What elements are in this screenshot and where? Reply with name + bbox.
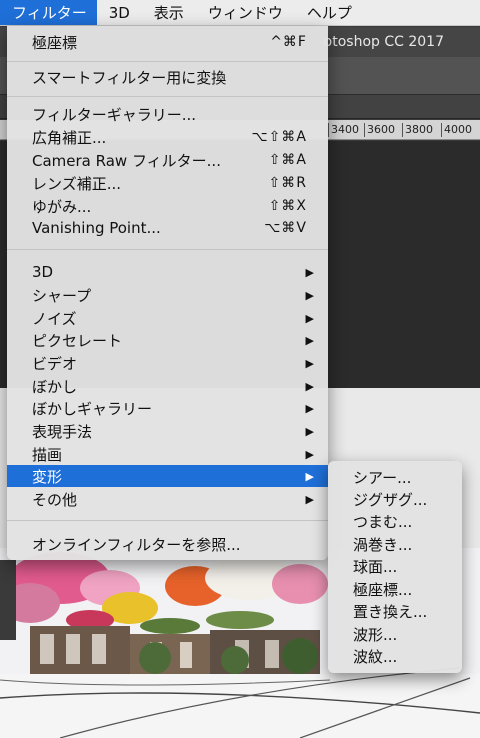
menu-bar: フィルター 3D 表示 ウィンドウ ヘルプ	[0, 0, 480, 26]
submenu-item-twirl[interactable]: 渦巻き...	[328, 533, 462, 555]
menu-item-noise[interactable]: ノイズ ▶	[7, 307, 328, 329]
submenu-item-shear[interactable]: シアー...	[328, 466, 462, 488]
submenu-arrow-icon: ▶	[305, 492, 314, 506]
menu-item-label: 広角補正...	[32, 128, 107, 147]
menu-item-blur-gallery[interactable]: ぼかしギャラリー ▶	[7, 397, 328, 419]
menu-separator	[7, 249, 328, 250]
filter-menu: 極座標 ^⌘F スマートフィルター用に変換 フィルターギャラリー... 広角補正…	[7, 26, 328, 560]
menu-item-label: 描画	[32, 445, 63, 464]
shortcut-label: ⇧⌘R	[268, 175, 307, 191]
menu-item-label: 表現手法	[32, 422, 93, 441]
menu-item-label: シャープ	[32, 286, 92, 305]
menu-item-label: 波紋...	[353, 647, 398, 666]
ruler-label: 3400	[328, 123, 359, 137]
distort-submenu: シアー... ジグザグ... つまむ... 渦巻き... 球面... 極座標..…	[328, 461, 462, 673]
submenu-arrow-icon: ▶	[305, 424, 314, 438]
menu-item-label: フィルターギャラリー...	[32, 105, 197, 124]
menu-item-label: ゆがみ...	[32, 197, 92, 216]
menu-item-vanishing-point[interactable]: Vanishing Point... ⌥⌘V	[7, 217, 328, 239]
submenu-arrow-icon: ▶	[305, 447, 314, 461]
submenu-arrow-icon: ▶	[305, 469, 314, 483]
menu-item-sharpen[interactable]: シャープ ▶	[7, 284, 328, 306]
menu-item-distort[interactable]: 変形 ▶	[7, 465, 328, 487]
shortcut-label: ⇧⌘X	[268, 198, 307, 214]
menu-item-convert-smart-filter[interactable]: スマートフィルター用に変換	[7, 66, 328, 88]
menu-item-label: Camera Raw フィルター...	[32, 151, 221, 170]
menu-item-adaptive-wide-angle[interactable]: 広角補正... ⌥⇧⌘A	[7, 126, 328, 148]
menu-item-label: スマートフィルター用に変換	[32, 68, 227, 87]
menu-item-last-filter[interactable]: 極座標 ^⌘F	[7, 31, 328, 53]
menu-item-label: 波形...	[353, 625, 398, 644]
menubar-view[interactable]: 表示	[142, 0, 196, 25]
menu-item-pixelate[interactable]: ピクセレート ▶	[7, 329, 328, 351]
menu-item-label: その他	[32, 490, 78, 509]
menu-item-other[interactable]: その他 ▶	[7, 488, 328, 510]
menu-item-label: 渦巻き...	[353, 535, 413, 554]
menu-item-stylize[interactable]: 表現手法 ▶	[7, 420, 328, 442]
submenu-arrow-icon: ▶	[305, 333, 314, 347]
submenu-item-displace[interactable]: 置き換え...	[328, 600, 462, 622]
menu-item-camera-raw[interactable]: Camera Raw フィルター... ⇧⌘A	[7, 149, 328, 171]
submenu-arrow-icon: ▶	[305, 265, 314, 279]
ruler-label: 3600	[364, 123, 395, 137]
submenu-arrow-icon: ▶	[305, 379, 314, 393]
app-title: otoshop CC 2017	[323, 34, 444, 50]
submenu-item-ripple[interactable]: 波紋...	[328, 645, 462, 667]
ruler-label: 3800	[402, 123, 433, 137]
menu-item-label: つまむ...	[353, 512, 413, 531]
menu-item-label: ノイズ	[32, 309, 77, 328]
menu-item-label: ジグザグ...	[353, 490, 428, 509]
menu-separator	[7, 520, 328, 521]
menu-item-browse-online-filters[interactable]: オンラインフィルターを参照...	[7, 533, 328, 555]
menu-item-blur[interactable]: ぼかし ▶	[7, 375, 328, 397]
submenu-item-pinch[interactable]: つまむ...	[328, 510, 462, 532]
menu-separator	[7, 61, 328, 62]
menu-item-label: Vanishing Point...	[32, 219, 161, 237]
submenu-item-spherize[interactable]: 球面...	[328, 555, 462, 577]
submenu-arrow-icon: ▶	[305, 356, 314, 370]
menu-item-label: ぼかしギャラリー	[32, 399, 153, 418]
submenu-arrow-icon: ▶	[305, 311, 314, 325]
menu-item-liquify[interactable]: ゆがみ... ⇧⌘X	[7, 195, 328, 217]
menu-item-label: 球面...	[353, 557, 398, 576]
menu-item-video[interactable]: ビデオ ▶	[7, 352, 328, 374]
shortcut-label: ⌥⌘V	[264, 220, 307, 236]
menu-item-filter-gallery[interactable]: フィルターギャラリー...	[7, 103, 328, 125]
menu-item-label: オンラインフィルターを参照...	[32, 535, 241, 554]
menu-item-render[interactable]: 描画 ▶	[7, 443, 328, 465]
menu-item-label: 置き換え...	[353, 602, 428, 621]
menu-item-label: 極座標...	[353, 580, 413, 599]
menu-item-label: ぼかし	[32, 377, 78, 396]
shortcut-label: ^⌘F	[270, 34, 307, 50]
shortcut-label: ⇧⌘A	[268, 152, 307, 168]
menubar-filter[interactable]: フィルター	[0, 0, 97, 25]
menu-item-label: ビデオ	[32, 354, 78, 373]
submenu-arrow-icon: ▶	[305, 401, 314, 415]
menu-item-label: ピクセレート	[32, 331, 123, 350]
submenu-arrow-icon: ▶	[305, 288, 314, 302]
menubar-3d[interactable]: 3D	[97, 0, 142, 25]
menubar-window[interactable]: ウィンドウ	[196, 0, 295, 25]
submenu-item-zigzag[interactable]: ジグザグ...	[328, 488, 462, 510]
menu-item-label: シアー...	[353, 468, 412, 487]
ruler-label: 4000	[441, 123, 472, 137]
menu-separator	[7, 96, 328, 97]
menubar-help[interactable]: ヘルプ	[295, 0, 364, 25]
menu-item-3d[interactable]: 3D ▶	[7, 261, 328, 283]
submenu-item-polar-coordinates[interactable]: 極座標...	[328, 578, 462, 600]
shortcut-label: ⌥⇧⌘A	[251, 129, 307, 145]
menu-item-label: 極座標	[32, 33, 78, 52]
menu-item-label: レンズ補正...	[32, 174, 122, 193]
menu-item-label: 変形	[32, 467, 63, 486]
submenu-item-wave[interactable]: 波形...	[328, 623, 462, 645]
menu-item-label: 3D	[32, 263, 54, 281]
menu-item-lens-correction[interactable]: レンズ補正... ⇧⌘R	[7, 172, 328, 194]
